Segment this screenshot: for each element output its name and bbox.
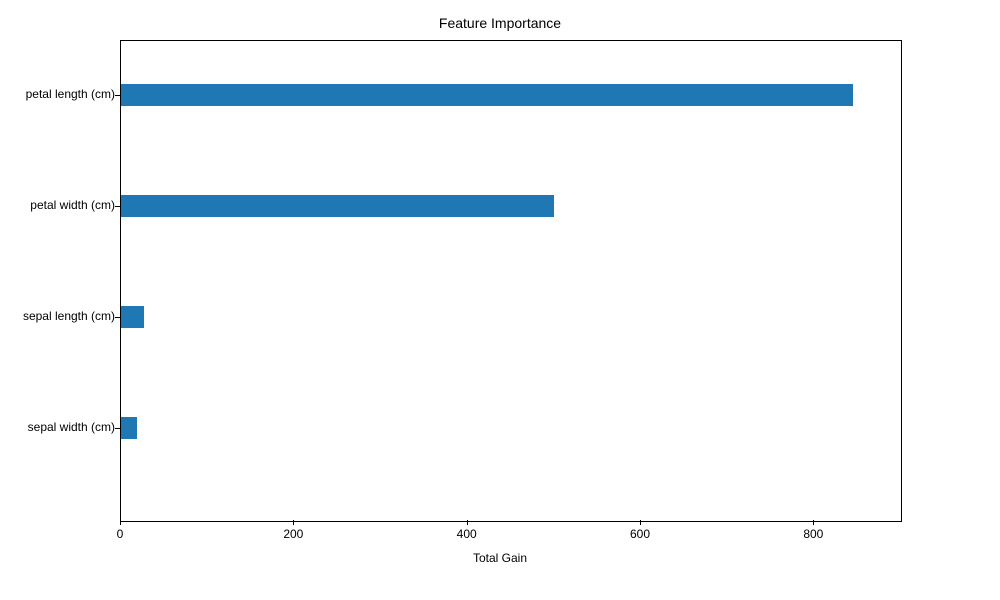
y-tick-label: petal width (cm)	[0, 198, 115, 212]
x-tick-label: 0	[100, 527, 140, 541]
x-tick	[293, 520, 294, 525]
x-axis-label: Total Gain	[0, 551, 1000, 565]
x-tick	[120, 520, 121, 525]
y-tick-label: sepal length (cm)	[0, 309, 115, 323]
x-tick	[813, 520, 814, 525]
x-tick-label: 600	[620, 527, 660, 541]
chart-title: Feature Importance	[0, 15, 1000, 31]
bar-sepal-width	[121, 417, 137, 439]
x-tick	[640, 520, 641, 525]
bar-petal-length	[121, 84, 853, 106]
y-tick	[115, 317, 120, 318]
x-tick	[467, 520, 468, 525]
x-tick-label: 400	[447, 527, 487, 541]
y-tick	[115, 95, 120, 96]
bar-sepal-length	[121, 306, 144, 328]
y-tick-label: sepal width (cm)	[0, 420, 115, 434]
plot-area	[120, 40, 902, 522]
y-tick-label: petal length (cm)	[0, 87, 115, 101]
x-tick-label: 200	[273, 527, 313, 541]
x-tick-label: 800	[793, 527, 833, 541]
y-tick	[115, 206, 120, 207]
y-tick	[115, 428, 120, 429]
bar-petal-width	[121, 195, 554, 217]
